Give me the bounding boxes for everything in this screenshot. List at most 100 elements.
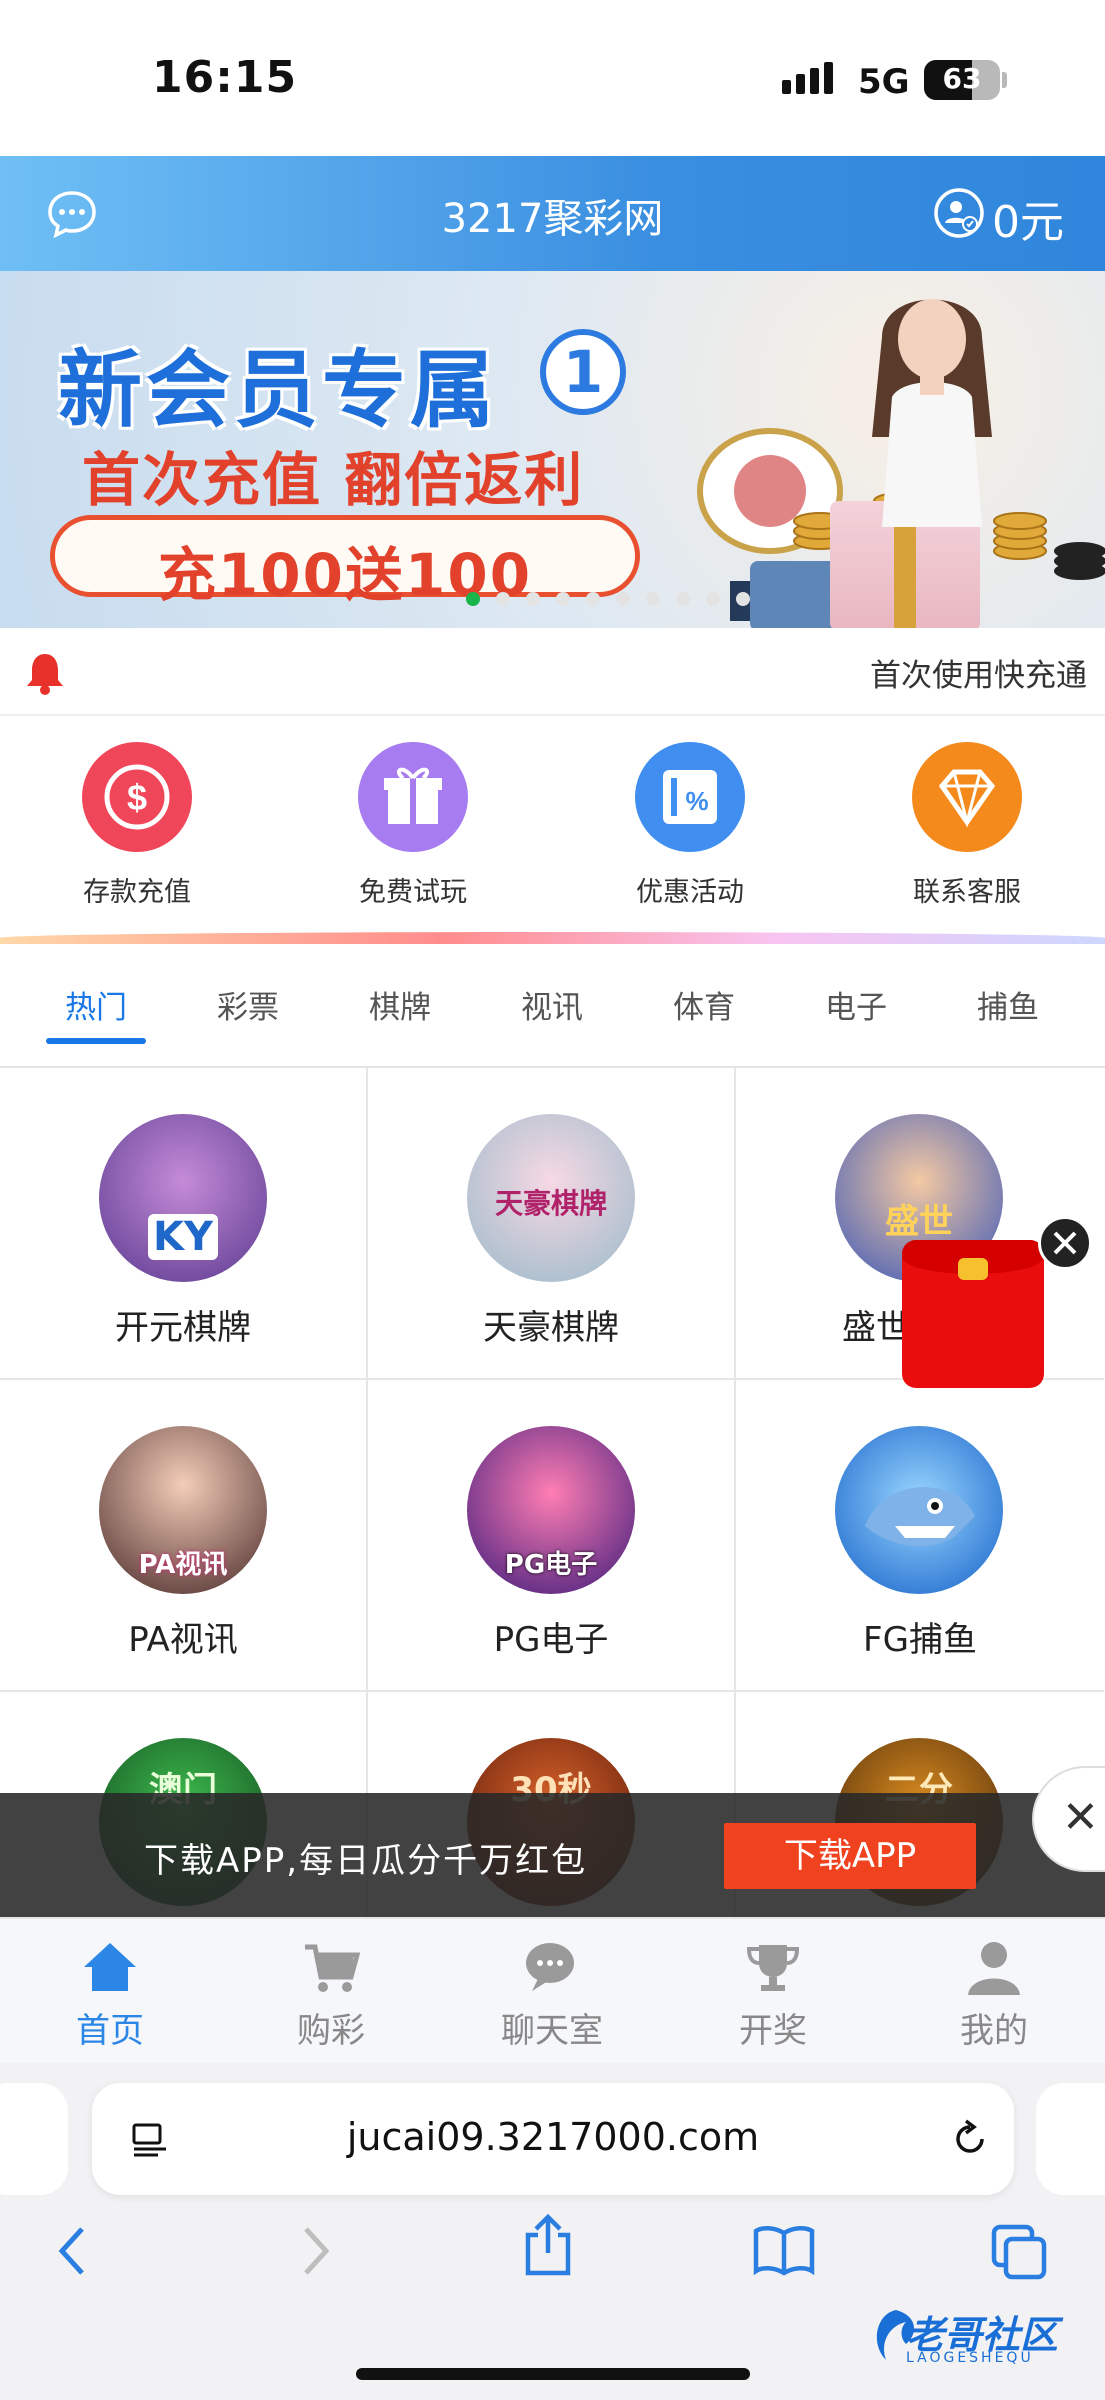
nav-label: 开奖 xyxy=(739,2011,807,2051)
games-grid: KY 开元棋牌 天豪棋牌 天豪棋牌 盛世 盛世 PA视讯 PA视讯 PG电子 P… xyxy=(0,1068,1105,1918)
watermark-subtext: LAOGESHEQU xyxy=(906,2350,1034,2366)
tabs-icon[interactable] xyxy=(990,2223,1048,2281)
coupon-icon: % xyxy=(635,742,745,852)
banner-offer-pill: 充100送100 xyxy=(50,515,640,609)
nav-home[interactable]: 首页 xyxy=(30,1937,190,2052)
game-card-fg[interactable]: FG捕鱼 xyxy=(736,1380,1104,1692)
carousel-dot[interactable] xyxy=(615,592,630,606)
notice-bar[interactable]: 首次使用快充通 xyxy=(0,628,1105,716)
download-promo-text: 下载APP,每日瓜分千万红包 xyxy=(144,1841,588,1881)
model-illustration xyxy=(872,299,992,527)
game-badge: KY xyxy=(148,1214,218,1260)
category-tabs: 热门 彩票 棋牌 视讯 体育 电子 捕鱼 xyxy=(0,944,1105,1068)
battery-icon: 63 xyxy=(924,60,1000,100)
nav-results[interactable]: 开奖 xyxy=(693,1937,853,2052)
carousel-dot[interactable] xyxy=(585,592,600,606)
tab-live[interactable]: 视讯 xyxy=(502,982,602,1027)
quick-promotions[interactable]: % 优惠活动 xyxy=(590,742,790,909)
signal-icon xyxy=(782,62,833,94)
back-icon[interactable] xyxy=(52,2223,92,2279)
game-badge: PG电子 xyxy=(504,1550,598,1580)
svg-text:$: $ xyxy=(127,777,147,818)
banner-badge: 1 xyxy=(540,329,626,415)
nav-label: 购彩 xyxy=(297,2011,365,2051)
game-name: 开元棋牌 xyxy=(115,1308,251,1348)
game-avatar: KY xyxy=(99,1114,267,1282)
tab-sports[interactable]: 体育 xyxy=(654,982,754,1027)
tab-chess[interactable]: 棋牌 xyxy=(350,982,450,1027)
carousel-dot[interactable] xyxy=(465,592,480,606)
close-icon[interactable] xyxy=(1038,1216,1092,1270)
previous-tab-card[interactable] xyxy=(0,2083,68,2195)
download-app-button[interactable]: 下载APP xyxy=(724,1823,976,1889)
notice-marquee: 首次使用快充通 xyxy=(870,658,1087,694)
shark-icon xyxy=(865,1487,975,1547)
bell-icon xyxy=(27,654,63,695)
red-packet-float[interactable] xyxy=(902,1240,1044,1388)
carousel-dot[interactable] xyxy=(705,592,720,606)
gift-icon xyxy=(358,742,468,852)
bookmarks-icon[interactable] xyxy=(752,2223,816,2279)
game-badge: 盛世 xyxy=(885,1202,953,1242)
game-name: FG捕鱼 xyxy=(863,1620,977,1660)
game-avatar: PG电子 xyxy=(467,1426,635,1594)
network-type: 5G xyxy=(858,62,910,102)
game-avatar xyxy=(835,1426,1003,1594)
banner-headline: 新会员专属 xyxy=(58,341,499,439)
tab-lottery[interactable]: 彩票 xyxy=(198,982,298,1027)
nav-buy[interactable]: 购彩 xyxy=(251,1937,411,2052)
carousel-dot[interactable] xyxy=(495,592,510,606)
game-card-kaiyuan[interactable]: KY 开元棋牌 xyxy=(0,1068,368,1380)
person-icon xyxy=(968,1942,1020,1995)
promo-banner[interactable]: 新会员专属 1 首次充值 翻倍返利 充100送100 xyxy=(0,271,1105,628)
game-name: PG电子 xyxy=(493,1620,609,1660)
carousel-dot[interactable] xyxy=(645,592,660,606)
game-card-pa[interactable]: PA视讯 PA视讯 xyxy=(0,1380,368,1692)
game-card-pg[interactable]: PG电子 PG电子 xyxy=(368,1380,736,1692)
close-icon: ✕ xyxy=(1062,1792,1099,1843)
reload-icon[interactable] xyxy=(948,2117,992,2161)
chat-bubbles-icon xyxy=(526,1943,574,1991)
nav-label: 我的 xyxy=(960,2011,1028,2051)
game-avatar: PA视讯 xyxy=(99,1426,267,1594)
dollar-icon: $ xyxy=(82,742,192,852)
quick-free-trial[interactable]: 免费试玩 xyxy=(313,742,513,909)
nav-label: 首页 xyxy=(76,2011,144,2051)
quick-support[interactable]: 联系客服 xyxy=(867,742,1067,909)
next-tab-card[interactable] xyxy=(1036,2083,1105,2195)
game-card-tianhao[interactable]: 天豪棋牌 天豪棋牌 xyxy=(368,1068,736,1380)
carousel-dot[interactable] xyxy=(525,592,540,606)
watermark-logo: 老哥社区 LAOGESHEQU xyxy=(866,2300,1096,2376)
carousel-dot[interactable] xyxy=(735,592,750,606)
home-indicator[interactable] xyxy=(356,2368,750,2380)
home-icon xyxy=(84,1943,136,1991)
carousel-dots[interactable] xyxy=(0,592,1105,606)
quick-label: 优惠活动 xyxy=(636,877,744,908)
game-badge: 天豪棋牌 xyxy=(494,1187,607,1220)
app-header: 3217聚彩网 0元 xyxy=(0,156,1105,271)
tab-slots[interactable]: 电子 xyxy=(806,982,906,1027)
user-account-icon[interactable] xyxy=(932,186,986,240)
quick-actions: $ 存款充值 免费试玩 % 优惠活动 联系客服 xyxy=(0,718,1105,918)
carousel-dot[interactable] xyxy=(675,592,690,606)
tab-fishing[interactable]: 捕鱼 xyxy=(958,982,1058,1027)
nav-label: 聊天室 xyxy=(501,2011,603,2051)
balance-amount[interactable]: 0元 xyxy=(992,186,1064,250)
carousel-dot[interactable] xyxy=(555,592,570,606)
forward-icon[interactable] xyxy=(296,2223,336,2279)
diamond-icon xyxy=(912,742,1022,852)
quick-label: 免费试玩 xyxy=(359,877,467,908)
banner-subline: 首次充值 翻倍返利 xyxy=(82,446,585,514)
nav-chatroom[interactable]: 聊天室 xyxy=(472,1937,632,2052)
tab-hot[interactable]: 热门 xyxy=(46,982,146,1027)
nav-mine[interactable]: 我的 xyxy=(914,1937,1074,2052)
game-badge: PA视讯 xyxy=(138,1550,228,1580)
share-icon[interactable] xyxy=(522,2213,574,2277)
game-avatar: 天豪棋牌 xyxy=(467,1114,635,1282)
game-name: 天豪棋牌 xyxy=(483,1308,619,1348)
quick-label: 存款充值 xyxy=(83,877,191,908)
quick-deposit[interactable]: $ 存款充值 xyxy=(37,742,237,909)
address-bar[interactable]: jucai09.3217000.com xyxy=(92,2083,1014,2195)
status-bar: 16:15 5G 63 xyxy=(0,0,1105,156)
battery-level: 63 xyxy=(942,62,982,95)
